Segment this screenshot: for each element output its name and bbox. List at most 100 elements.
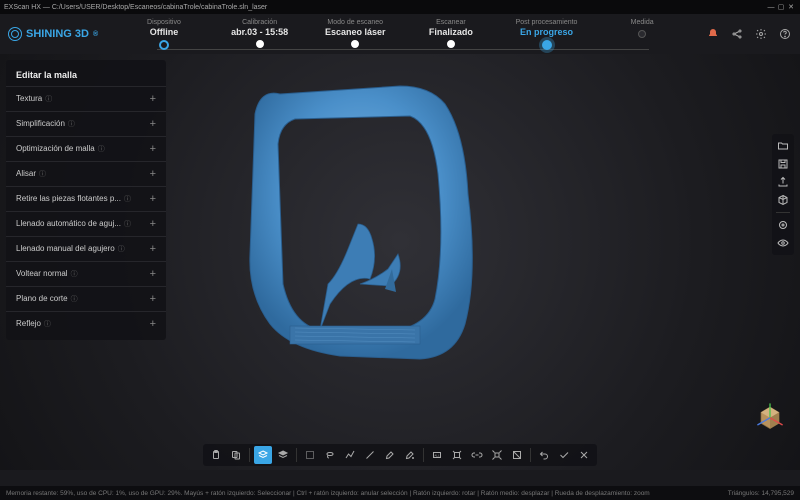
expand-icon[interactable]: + [150, 118, 156, 130]
stage-dot-icon [542, 40, 552, 50]
stage-label: Calibración [242, 19, 277, 26]
info-icon: ⓘ [124, 221, 131, 228]
window-minimize-button[interactable]: — [766, 4, 776, 11]
status-left: Memoria restante: 59%, uso de CPU: 1%, u… [6, 490, 650, 497]
info-icon: ⓘ [71, 271, 78, 278]
workflow-stages: DispositivoOfflineCalibraciónabr.03 - 15… [110, 19, 696, 50]
shrink-icon[interactable] [488, 446, 506, 464]
stage-label: Dispositivo [147, 19, 181, 26]
bell-warn-icon[interactable] [706, 27, 720, 41]
info-icon: ⓘ [44, 321, 51, 328]
confirm-icon[interactable] [555, 446, 573, 464]
layers-back-icon[interactable] [254, 446, 272, 464]
window-maximize-button[interactable]: ▢ [776, 3, 786, 11]
expand-icon[interactable]: + [150, 243, 156, 255]
side-item-label: Simplificaciónⓘ [16, 119, 75, 129]
side-item-label: Optimización de mallaⓘ [16, 144, 105, 154]
scanned-mesh-model [220, 74, 500, 374]
window-titlebar: EXScan HX — C:/Users/USER/Desktop/Escane… [0, 0, 800, 14]
top-right-icons [706, 27, 792, 41]
export-icon[interactable] [775, 174, 791, 190]
brush-icon[interactable] [381, 446, 399, 464]
eye-icon[interactable] [775, 235, 791, 251]
help-icon[interactable] [778, 27, 792, 41]
stage-dot-icon [256, 40, 264, 48]
separator [296, 448, 297, 462]
mesh-tool-textura[interactable]: Texturaⓘ + [6, 86, 166, 111]
top-bar: SHINING 3D® DispositivoOfflineCalibració… [0, 14, 800, 54]
stage-calibración[interactable]: Calibraciónabr.03 - 15:58 [212, 19, 308, 48]
save-icon[interactable] [775, 156, 791, 172]
status-right: Triángulos: 14,795,529 [728, 490, 794, 497]
invert-icon[interactable] [508, 446, 526, 464]
info-icon: ⓘ [71, 296, 78, 303]
mesh-tool-voltear-normal[interactable]: Voltear normalⓘ+ [6, 261, 166, 286]
rect-select-icon[interactable] [301, 446, 319, 464]
expand-icon[interactable]: + [150, 293, 156, 305]
stage-modo-de-escaneo[interactable]: Modo de escaneoEscaneo láser [307, 19, 403, 48]
stage-medida[interactable]: Medida [594, 19, 690, 38]
link-icon[interactable] [468, 446, 486, 464]
mesh-tool-llenado-autom-tico-d[interactable]: Llenado automático de aguj...ⓘ+ [6, 211, 166, 236]
edit-mesh-panel: Editar la malla Texturaⓘ+Simplificaciónⓘ… [6, 60, 166, 340]
panel-title: Editar la malla [6, 64, 166, 86]
share-icon[interactable] [730, 27, 744, 41]
lasso-icon[interactable] [321, 446, 339, 464]
expand-icon[interactable]: + [150, 318, 156, 330]
stage-label: Escanear [436, 19, 466, 26]
expand-icon[interactable]: + [150, 268, 156, 280]
stage-post-procesamiento[interactable]: Post procesamientoEn progreso [499, 19, 595, 50]
separator [249, 448, 250, 462]
stage-dot-icon [351, 40, 359, 48]
stage-dot-icon [159, 40, 169, 50]
all-icon[interactable]: ALL [428, 446, 446, 464]
mesh-tool-retire-las-piezas-fl[interactable]: Retire las piezas flotantes p...ⓘ+ [6, 186, 166, 211]
expand-icon[interactable]: + [150, 193, 156, 205]
brand-reg: ® [93, 31, 98, 38]
brand-logo: SHINING 3D ® [8, 27, 98, 41]
info-icon: ⓘ [124, 196, 131, 203]
expand-icon[interactable]: + [150, 93, 156, 105]
line-icon[interactable] [361, 446, 379, 464]
window-close-button[interactable]: ✕ [786, 3, 796, 11]
info-icon: ⓘ [68, 121, 75, 128]
expand-icon[interactable]: + [150, 168, 156, 180]
target-icon[interactable] [775, 217, 791, 233]
expand-icon[interactable]: + [150, 218, 156, 230]
status-bar: Memoria restante: 59%, uso de CPU: 1%, u… [0, 486, 800, 500]
window-title: EXScan HX — C:/Users/USER/Desktop/Escane… [4, 4, 267, 11]
layers-front-icon[interactable] [274, 446, 292, 464]
orientation-gizmo[interactable] [752, 398, 788, 434]
info-icon: ⓘ [45, 96, 52, 103]
brand-text: SHINING 3D [26, 28, 89, 40]
expand-icon[interactable]: + [150, 143, 156, 155]
mesh-tool-simplificaci-n[interactable]: Simplificaciónⓘ + [6, 111, 166, 136]
viewport[interactable]: Editar la malla Texturaⓘ+Simplificaciónⓘ… [0, 54, 800, 470]
cancel-icon[interactable] [575, 446, 593, 464]
stage-dispositivo[interactable]: DispositivoOffline [116, 19, 212, 50]
gear-icon[interactable] [754, 27, 768, 41]
side-item-label: Llenado manual del agujeroⓘ [16, 244, 125, 254]
stage-value: Finalizado [429, 27, 473, 37]
mesh-tool-optimizaci-n-de-mall[interactable]: Optimización de mallaⓘ + [6, 136, 166, 161]
cube-icon[interactable] [775, 192, 791, 208]
stage-label: Medida [631, 19, 654, 26]
stage-dot-icon [638, 30, 646, 38]
mesh-tool-alisar[interactable]: Alisarⓘ + [6, 161, 166, 186]
side-item-label: Alisarⓘ [16, 169, 46, 179]
clipboard-copy-icon[interactable] [227, 446, 245, 464]
side-item-label: Texturaⓘ [16, 94, 52, 104]
clipboard-icon[interactable] [207, 446, 225, 464]
polyline-icon[interactable] [341, 446, 359, 464]
separator [530, 448, 531, 462]
grow-icon[interactable] [448, 446, 466, 464]
mesh-tool-plano-de-corte[interactable]: Plano de corteⓘ+ [6, 286, 166, 311]
folder-icon[interactable] [775, 138, 791, 154]
svg-text:ALL: ALL [434, 454, 440, 458]
mesh-tool-llenado-manual-del-a[interactable]: Llenado manual del agujeroⓘ + [6, 236, 166, 261]
undo-icon[interactable] [535, 446, 553, 464]
side-item-label: Reflejoⓘ [16, 319, 51, 329]
mesh-tool-reflejo[interactable]: Reflejoⓘ + [6, 311, 166, 336]
stage-escanear[interactable]: EscanearFinalizado [403, 19, 499, 48]
brush-plus-icon[interactable] [401, 446, 419, 464]
